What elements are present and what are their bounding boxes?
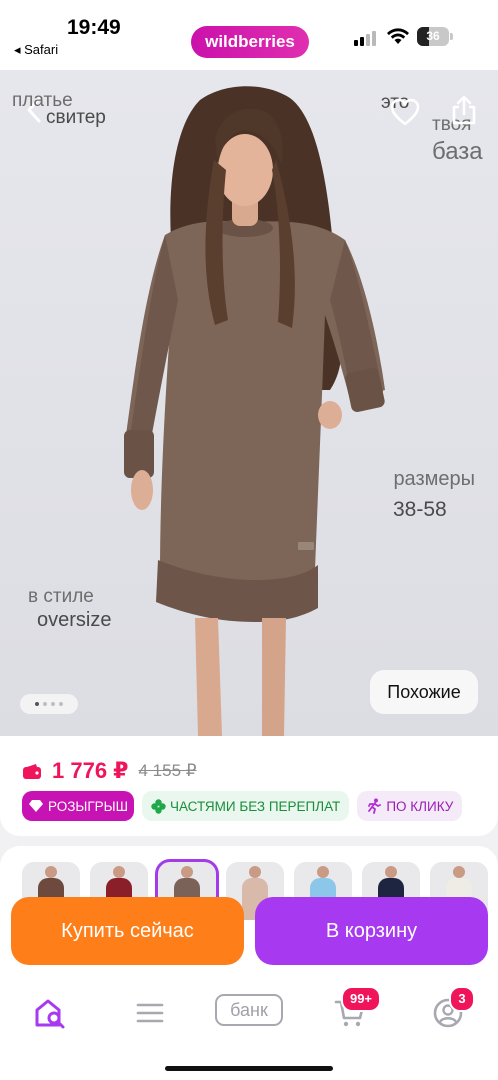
bottom-tab-bar: банк 99+ 3	[0, 975, 498, 1080]
home-indicator	[165, 1066, 333, 1071]
caption-line: 38-58	[393, 498, 447, 521]
diamond-icon	[29, 800, 43, 812]
caption-line: база	[432, 138, 483, 165]
caption-style: в стиле	[28, 586, 94, 608]
wallet-icon	[23, 763, 41, 779]
menu-icon	[136, 1003, 164, 1023]
thumbnail-model-head	[317, 866, 329, 878]
similar-button[interactable]: Похожие	[370, 670, 478, 714]
runner-icon	[368, 798, 382, 814]
battery-percent: 36	[426, 29, 440, 43]
chip-label: ЧАСТЯМИ БЕЗ ПЕРЕПЛАТ	[169, 798, 341, 814]
thumbnail-model-head	[45, 866, 57, 878]
thumbnail-model-head	[385, 866, 397, 878]
share-icon	[452, 95, 476, 125]
caption-line: в стиле	[28, 586, 94, 607]
tab-catalog[interactable]	[130, 993, 170, 1033]
pagination-dot[interactable]	[59, 702, 63, 706]
chip-installments[interactable]: ЧАСТЯМИ БЕЗ ПЕРЕПЛАТ	[141, 791, 350, 821]
brand-logo[interactable]: wildberries	[191, 26, 309, 58]
cart-badge: 99+	[341, 986, 381, 1012]
tab-bank[interactable]: банк	[215, 994, 283, 1026]
back-to-safari-link[interactable]: ◂ Safari	[14, 42, 58, 58]
tab-home[interactable]	[30, 993, 70, 1033]
promo-chips: РОЗЫГРЫШ ЧАСТЯМИ БЕЗ ПЕРЕПЛАТ ПО КЛИКУ	[22, 791, 463, 821]
caption-line: oversize	[37, 609, 112, 631]
caption-top-left-2: свитер	[46, 107, 106, 129]
wifi-icon	[387, 28, 409, 44]
thumbnail-model-head	[181, 866, 193, 878]
thumbnail-model-head	[249, 866, 261, 878]
model-photo	[124, 86, 385, 736]
chip-label: ПО КЛИКУ	[386, 798, 454, 814]
signal-icon	[354, 30, 380, 46]
status-time: 19:49	[67, 16, 121, 39]
share-button[interactable]	[446, 92, 482, 128]
status-bar: 19:49 ◂ Safari wildberries 36	[0, 0, 498, 70]
pagination-dot[interactable]	[43, 702, 47, 706]
price-row: 1 776 ₽ 4 155 ₽	[22, 758, 197, 784]
profile-badge: 3	[449, 986, 475, 1012]
pagination-dot[interactable]	[35, 702, 39, 706]
buy-now-button[interactable]: Купить сейчас	[11, 897, 244, 965]
favorite-button[interactable]	[387, 94, 423, 130]
old-price: 4 155 ₽	[138, 761, 197, 780]
product-photo[interactable]: платье свитер это твоя база размеры 38-5…	[0, 70, 498, 736]
caption-line: размеры	[393, 468, 475, 490]
chip-raffle[interactable]: РОЗЫГРЫШ	[22, 791, 134, 821]
home-search-icon	[35, 999, 65, 1029]
caption-line: свитер	[46, 107, 106, 128]
photo-pagination[interactable]	[20, 694, 78, 714]
caption-sizes: размеры	[360, 468, 475, 491]
add-to-cart-button[interactable]: В корзину	[255, 897, 488, 965]
thumbnail-model-head	[453, 866, 465, 878]
chip-label: РОЗЫГРЫШ	[48, 798, 128, 814]
thumbnail-model-head	[113, 866, 125, 878]
chip-one-click[interactable]: ПО КЛИКУ	[357, 791, 463, 821]
current-price: 1 776 ₽	[52, 758, 129, 783]
price-card: 1 776 ₽ 4 155 ₽ РОЗЫГРЫШ ЧАСТЯМИ БЕЗ ПЕР…	[0, 736, 498, 836]
pagination-dot[interactable]	[51, 702, 55, 706]
product-screen: 19:49 ◂ Safari wildberries 36 платье сви…	[0, 0, 498, 1080]
caption-style-value: oversize	[37, 609, 111, 632]
battery-icon: 36	[417, 27, 453, 46]
heart-icon	[390, 98, 420, 126]
caption-top-right-3: база	[432, 138, 483, 166]
caption-sizes-value: 38-58	[393, 498, 447, 522]
clover-icon	[151, 798, 166, 814]
